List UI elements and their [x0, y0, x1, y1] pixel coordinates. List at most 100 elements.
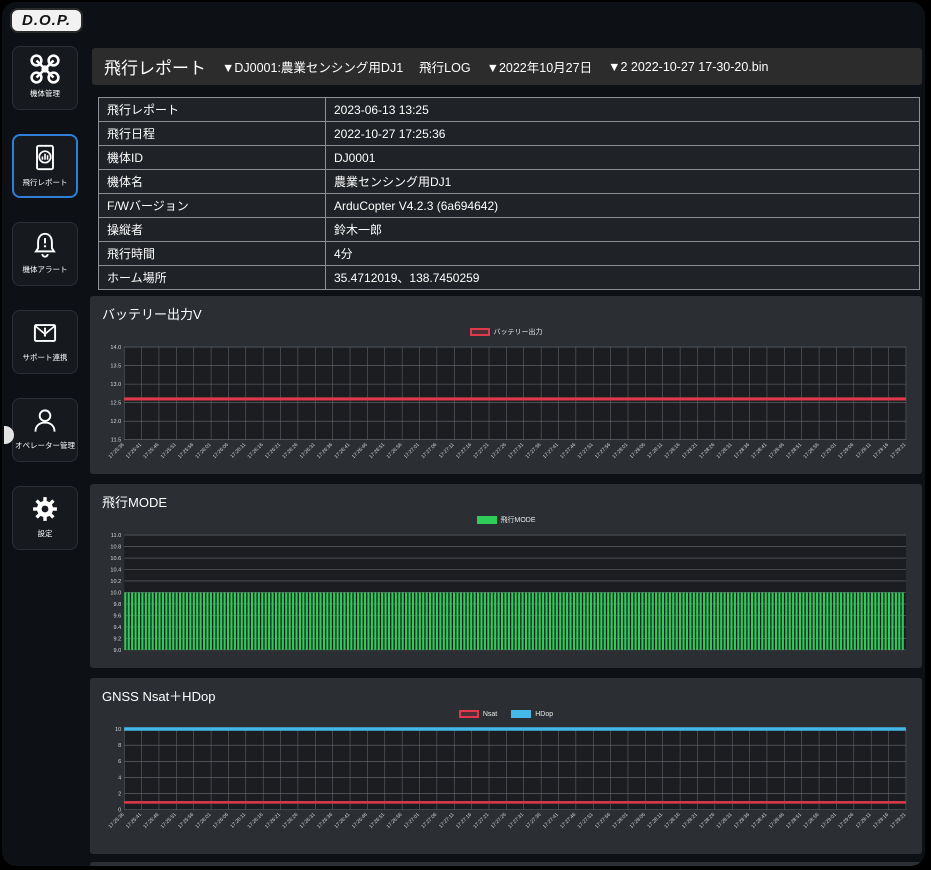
- legend-label: Nsat: [483, 711, 497, 718]
- svg-text:17:28:26: 17:28:26: [698, 442, 716, 460]
- row-value: 農業センシング用DJ1: [326, 170, 920, 194]
- svg-text:17:28:26: 17:28:26: [698, 812, 716, 830]
- table-row: 機体IDDJ0001: [99, 146, 920, 170]
- legend-item[interactable]: HDop: [511, 710, 553, 718]
- sidebar-item-operator-management[interactable]: オペレーター管理: [12, 398, 78, 462]
- gnss-panel: GNSS Nsat＋HDop NsatHDop 024681017:25:361…: [90, 678, 922, 854]
- svg-text:17:27:56: 17:27:56: [594, 812, 612, 830]
- table-row: 機体名農業センシング用DJ1: [99, 170, 920, 194]
- log-date-dropdown[interactable]: ▼2022年10月27日: [487, 57, 593, 76]
- legend-swatch: [470, 328, 490, 336]
- table-row: F/WバージョンArduCopter V4.2.3 (6a694642): [99, 194, 920, 218]
- svg-text:17:28:36: 17:28:36: [733, 812, 751, 830]
- svg-text:17:26:06: 17:26:06: [212, 442, 230, 460]
- row-value: 35.4712019、138.7450259: [326, 266, 920, 290]
- svg-text:17:26:26: 17:26:26: [281, 442, 299, 460]
- svg-text:17:27:11: 17:27:11: [438, 442, 456, 460]
- row-value: 鈴木一郎: [326, 218, 920, 242]
- svg-text:17:29:11: 17:29:11: [855, 442, 873, 460]
- svg-text:10: 10: [115, 727, 121, 733]
- svg-text:17:26:21: 17:26:21: [264, 812, 282, 830]
- svg-text:17:26:31: 17:26:31: [299, 812, 317, 830]
- row-label: 飛行日程: [99, 122, 326, 146]
- svg-text:17:25:41: 17:25:41: [125, 442, 143, 460]
- chart-legend: Nsat HDop: [90, 707, 922, 721]
- svg-text:2: 2: [118, 791, 121, 797]
- svg-text:10.4: 10.4: [110, 567, 121, 573]
- row-value: ArduCopter V4.2.3 (6a694642): [326, 194, 920, 218]
- svg-text:17:27:06: 17:27:06: [420, 442, 438, 460]
- svg-text:17:25:51: 17:25:51: [160, 812, 178, 830]
- svg-text:17:29:11: 17:29:11: [855, 812, 873, 830]
- svg-text:17:25:56: 17:25:56: [177, 812, 195, 830]
- row-label: 飛行レポート: [99, 98, 326, 122]
- svg-text:17:26:26: 17:26:26: [281, 812, 299, 830]
- chart-legend: 飛行MODE: [90, 513, 922, 527]
- legend-item[interactable]: 飛行MODE: [477, 515, 536, 525]
- log-file-dropdown[interactable]: ▼2 2022-10-27 17-30-20.bin: [608, 60, 768, 74]
- svg-text:9.8: 9.8: [114, 602, 122, 608]
- svg-text:17:26:51: 17:26:51: [368, 442, 386, 460]
- app-logo: D.O.P.: [10, 8, 83, 33]
- row-value: DJ0001: [326, 146, 920, 170]
- legend-item[interactable]: バッテリー出力: [470, 327, 543, 337]
- table-row: 飛行レポート2023-06-13 13:25: [99, 98, 920, 122]
- battery-voltage-chart: 11.512.012.513.013.514.017:25:3617:25:41…: [98, 341, 914, 475]
- svg-text:17:28:46: 17:28:46: [768, 442, 786, 460]
- svg-text:17:26:36: 17:26:36: [316, 442, 334, 460]
- svg-text:17:28:11: 17:28:11: [646, 442, 664, 460]
- report-header-bar: 飛行レポート ▼DJ0001:農業センシング用DJ1 飛行LOG ▼2022年1…: [92, 48, 922, 85]
- svg-text:11.0: 11.0: [111, 533, 121, 539]
- svg-text:17:26:21: 17:26:21: [264, 442, 282, 460]
- svg-text:17:25:41: 17:25:41: [125, 812, 143, 830]
- svg-text:17:27:56: 17:27:56: [594, 442, 612, 460]
- table-row: 飛行日程2022-10-27 17:25:36: [99, 122, 920, 146]
- svg-text:9.6: 9.6: [114, 613, 122, 619]
- svg-text:9.0: 9.0: [114, 648, 122, 654]
- svg-text:10.8: 10.8: [110, 544, 121, 550]
- row-label: ホーム場所: [99, 266, 326, 290]
- svg-text:17:25:36: 17:25:36: [108, 442, 126, 460]
- row-value: 4分: [326, 242, 920, 266]
- svg-text:17:26:31: 17:26:31: [299, 442, 317, 460]
- sidebar-item-flight-report[interactable]: 飛行レポート: [12, 134, 78, 198]
- drone-icon: [28, 47, 62, 91]
- svg-text:17:29:06: 17:29:06: [837, 812, 855, 830]
- svg-text:17:27:26: 17:27:26: [490, 812, 508, 830]
- chart-legend: バッテリー出力: [90, 325, 922, 339]
- svg-text:17:27:51: 17:27:51: [577, 812, 595, 830]
- svg-text:17:27:46: 17:27:46: [559, 442, 577, 460]
- svg-text:17:27:41: 17:27:41: [542, 442, 560, 460]
- sidebar-item-aircraft-alert[interactable]: 機体アラート: [12, 222, 78, 286]
- sidebar-item-aircraft-management[interactable]: 機体管理: [12, 46, 78, 110]
- svg-text:10.0: 10.0: [110, 590, 121, 596]
- svg-text:17:28:46: 17:28:46: [768, 812, 786, 830]
- table-row: 操縦者鈴木一郎: [99, 218, 920, 242]
- svg-text:17:25:51: 17:25:51: [160, 442, 178, 460]
- svg-text:17:27:16: 17:27:16: [455, 812, 473, 830]
- row-label: 操縦者: [99, 218, 326, 242]
- legend-label: 飛行MODE: [501, 515, 536, 525]
- legend-item[interactable]: Nsat: [459, 710, 497, 718]
- drone-select-dropdown[interactable]: ▼DJ0001:農業センシング用DJ1: [222, 57, 403, 76]
- svg-text:17:27:36: 17:27:36: [524, 812, 542, 830]
- alert-bell-icon: [28, 223, 62, 267]
- sidebar-item-label: 機体管理: [30, 89, 60, 99]
- app-window: D.O.P. 機体管理: [2, 2, 925, 866]
- table-row: 飛行時間4分: [99, 242, 920, 266]
- svg-text:9.4: 9.4: [114, 625, 122, 631]
- row-label: 飛行時間: [99, 242, 326, 266]
- svg-text:17:25:46: 17:25:46: [142, 812, 160, 830]
- svg-text:17:26:16: 17:26:16: [247, 442, 265, 460]
- svg-text:17:26:46: 17:26:46: [351, 812, 369, 830]
- svg-text:17:26:41: 17:26:41: [333, 442, 351, 460]
- svg-text:8: 8: [118, 743, 121, 749]
- svg-text:17:27:51: 17:27:51: [577, 442, 595, 460]
- sidebar-item-support-link[interactable]: サポート連携: [12, 310, 78, 374]
- sidebar-item-settings[interactable]: 設定: [12, 486, 78, 550]
- legend-swatch: [459, 710, 479, 718]
- report-icon: [28, 136, 62, 180]
- svg-text:17:29:01: 17:29:01: [820, 812, 838, 830]
- svg-text:10.6: 10.6: [110, 556, 121, 562]
- svg-text:17:27:06: 17:27:06: [420, 812, 438, 830]
